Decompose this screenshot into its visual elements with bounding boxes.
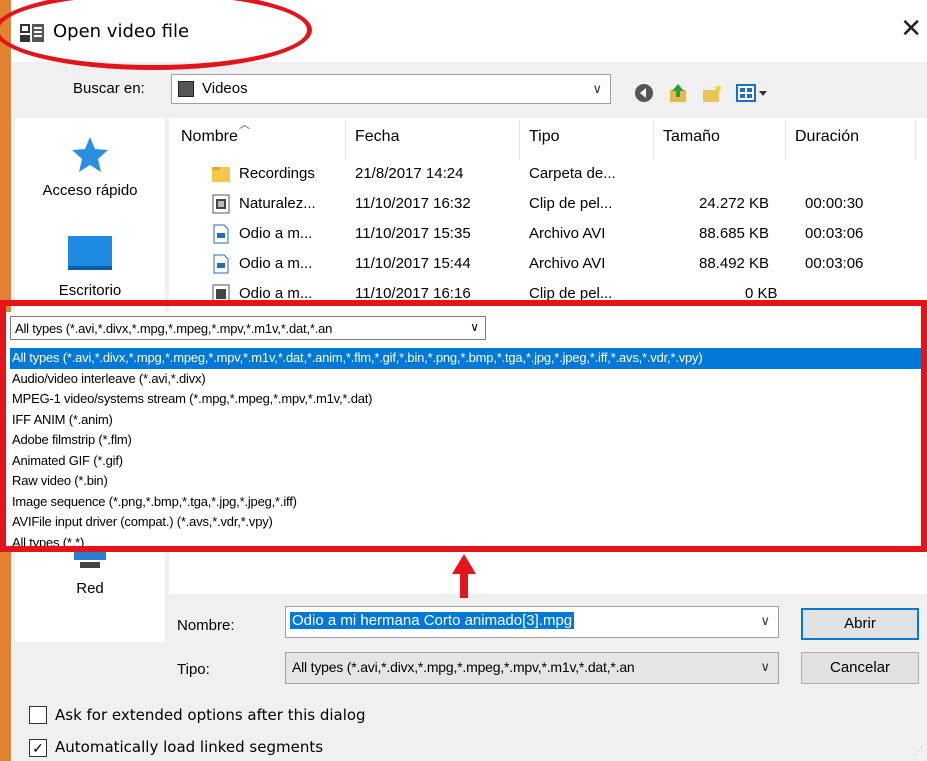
filename-input[interactable]: Odio a mi hermana Corto animado[3].mpg ∨ <box>285 606 779 638</box>
extended-options-checkbox[interactable] <box>29 706 47 724</box>
file-row[interactable]: Odio a m... 11/10/2017 15:44 Archivo AVI… <box>169 250 927 280</box>
open-button[interactable]: Abrir <box>801 608 919 640</box>
chevron-down-icon: ∨ <box>760 613 770 628</box>
place-label: Red <box>76 580 104 597</box>
column-header-duration[interactable]: Duración <box>795 128 859 146</box>
folder-icon <box>212 167 230 182</box>
resize-grip-icon[interactable]: ⋰ <box>913 746 923 757</box>
file-type: Archivo AVI <box>529 255 606 272</box>
file-duration: 00:03:06 <box>805 225 864 242</box>
column-divider <box>915 120 916 160</box>
sort-ascending-icon: ︿ <box>239 119 250 131</box>
file-size: 88.685 KB <box>699 225 770 242</box>
extended-options-label: Ask for extended options after this dial… <box>55 706 366 724</box>
filetype-dropdown-popup: All types (*.avi,*.divx,*.mpg,*.mpeg,*.m… <box>4 312 927 550</box>
filetype-dropdown-combo[interactable]: All types (*.avi,*.divx,*.mpg,*.mpeg,*.m… <box>10 316 486 340</box>
desktop-icon <box>68 236 112 270</box>
file-name: Odio a m... <box>239 285 313 300</box>
file-duration: 00:03:06 <box>805 255 864 272</box>
filetype-option[interactable]: Adobe filmstrip (*.flm) <box>10 430 927 451</box>
view-menu-icon[interactable] <box>735 82 769 104</box>
filetype-option[interactable]: Raw video (*.bin) <box>10 471 927 492</box>
filetype-option[interactable]: MPEG-1 video/systems stream (*.mpg,*.mpe… <box>10 389 927 410</box>
filetype-option[interactable]: Image sequence (*.png,*.bmp,*.tga,*.jpg,… <box>10 492 927 513</box>
filetype-value: All types (*.avi,*.divx,*.mpg,*.mpeg,*.m… <box>292 659 635 675</box>
file-name: Odio a m... <box>239 225 313 242</box>
filetype-option[interactable]: Animated GIF (*.gif) <box>10 451 927 472</box>
chevron-down-icon: ∨ <box>470 320 479 334</box>
filetype-options-list[interactable]: All types (*.avi,*.divx,*.mpg,*.mpeg,*.m… <box>10 348 927 550</box>
file-date: 21/8/2017 14:24 <box>355 165 464 182</box>
column-header-name[interactable]: Nombre <box>181 128 238 146</box>
column-divider <box>345 120 346 160</box>
file-date: 11/10/2017 15:44 <box>355 255 471 272</box>
cancel-button[interactable]: Cancelar <box>801 652 919 684</box>
new-folder-icon[interactable] <box>701 82 723 104</box>
star-icon <box>72 137 108 172</box>
file-name: Odio a m... <box>239 255 313 272</box>
lookin-label: Buscar en: <box>73 80 145 97</box>
filetype-option[interactable]: All types (*.avi,*.divx,*.mpg,*.mpeg,*.m… <box>10 348 927 369</box>
place-network[interactable]: Red <box>15 546 165 597</box>
place-desktop[interactable]: Escritorio <box>15 234 165 299</box>
file-row[interactable]: Recordings 21/8/2017 14:24 Carpeta de... <box>169 160 927 190</box>
filename-label: Nombre: <box>177 617 235 634</box>
file-size: 0 KB <box>745 285 778 300</box>
arrow-up-icon <box>452 554 476 574</box>
filetype-option[interactable]: All types (*.*) <box>10 533 927 554</box>
close-icon[interactable]: ✕ <box>900 16 922 42</box>
column-header-size[interactable]: Tamaño <box>663 128 720 146</box>
filetype-option[interactable]: Audio/video interleave (*.avi,*.divx) <box>10 369 927 390</box>
file-date: 11/10/2017 16:16 <box>355 285 471 300</box>
video-folder-icon <box>178 81 194 97</box>
file-row[interactable]: Odio a m... 11/10/2017 16:16 Clip de pel… <box>169 280 927 300</box>
filename-value: Odio a mi hermana Corto animado[3].mpg <box>290 612 575 629</box>
column-divider <box>519 120 520 160</box>
filetype-dropdown-value: All types (*.avi,*.divx,*.mpg,*.mpeg,*.m… <box>15 321 333 336</box>
linked-segments-checkbox[interactable]: ✓ <box>29 739 47 757</box>
filetype-select[interactable]: All types (*.avi,*.divx,*.mpg,*.mpeg,*.m… <box>285 652 779 684</box>
file-size: 24.272 KB <box>699 195 770 212</box>
filetype-option[interactable]: AVIFile input driver (compat.) (*.avs,*.… <box>10 512 927 533</box>
lookin-combo[interactable]: Videos ∨ <box>171 74 611 104</box>
file-date: 11/10/2017 15:35 <box>355 225 471 242</box>
column-divider <box>653 120 654 160</box>
column-header-type[interactable]: Tipo <box>529 128 560 146</box>
video-file-icon <box>212 194 230 214</box>
file-type: Clip de pel... <box>529 195 613 212</box>
linked-segments-label: Automatically load linked segments <box>55 738 324 756</box>
up-folder-icon[interactable] <box>667 82 689 104</box>
file-type: Carpeta de... <box>529 165 616 182</box>
file-duration: 00:00:30 <box>805 195 864 212</box>
file-date: 11/10/2017 16:32 <box>355 195 471 212</box>
avi-file-icon <box>213 224 229 244</box>
back-icon[interactable] <box>633 82 655 104</box>
file-size: 88.492 KB <box>699 255 770 272</box>
file-type: Clip de pel... <box>529 285 613 300</box>
place-label: Acceso rápido <box>42 182 138 199</box>
chevron-down-icon: ∨ <box>760 659 770 674</box>
arrow-shaft <box>460 572 468 598</box>
lookin-value: Videos <box>202 80 248 97</box>
column-header-date[interactable]: Fecha <box>355 128 399 146</box>
place-label: Escritorio <box>58 282 122 299</box>
filetype-option[interactable]: IFF ANIM (*.anim) <box>10 410 927 431</box>
video-file-icon <box>212 284 230 300</box>
column-divider <box>785 120 786 160</box>
filetype-label: Tipo: <box>177 661 210 678</box>
place-quick-access[interactable]: Acceso rápido <box>15 134 165 199</box>
file-row[interactable]: Naturalez... 11/10/2017 16:32 Clip de pe… <box>169 190 927 220</box>
file-row[interactable]: Odio a m... 11/10/2017 15:35 Archivo AVI… <box>169 220 927 250</box>
avi-file-icon <box>213 254 229 274</box>
file-type: Archivo AVI <box>529 225 606 242</box>
chevron-down-icon: ∨ <box>592 81 602 96</box>
file-name: Recordings <box>239 165 315 182</box>
file-name: Naturalez... <box>239 195 316 212</box>
